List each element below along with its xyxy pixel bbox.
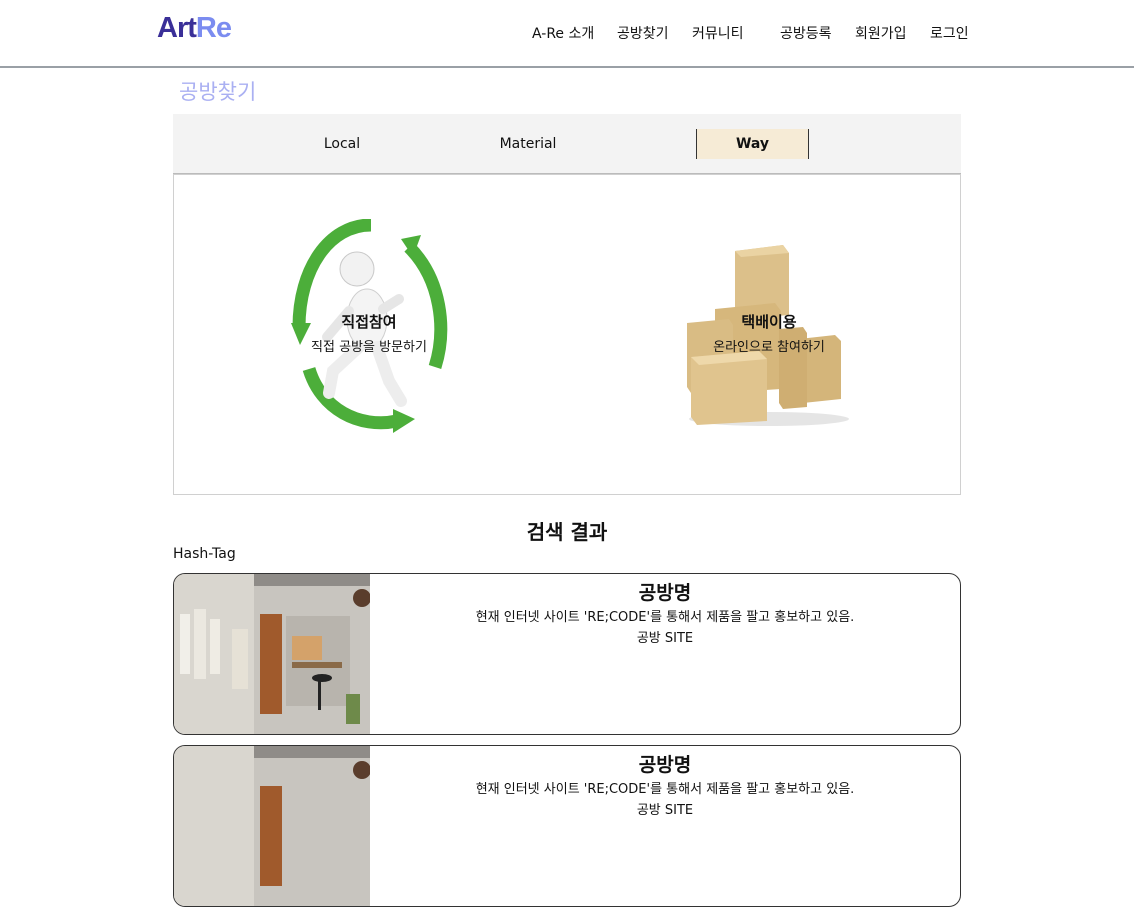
workshop-name: 공방명 [638,582,692,604]
filter-tab-bar: Local Material Way [173,114,961,174]
nav-register-workshop[interactable]: 공방등록 [780,23,832,43]
nav-find-workshop[interactable]: 공방찾기 [617,23,669,43]
logo[interactable]: ArtRe [157,12,232,45]
nav-community[interactable]: 커뮤니티 [692,23,744,43]
workshop-card[interactable]: 공방명 현재 인터넷 사이트 'RE;CODE'를 통해서 제품을 팔고 홍보하… [173,745,961,907]
option-parcel-delivery[interactable]: 택배이용 온라인으로 참여하기 [679,239,859,429]
results-title: 검색 결과 [526,520,608,544]
workshop-description: 현재 인터넷 사이트 'RE;CODE'를 통해서 제품을 팔고 홍보하고 있음… [475,782,855,797]
page-title: 공방찾기 [179,80,257,104]
workshop-name: 공방명 [638,754,692,776]
tab-material[interactable]: Material [483,129,573,159]
workshop-card[interactable]: 공방명 현재 인터넷 사이트 'RE;CODE'를 통해서 제품을 팔고 홍보하… [173,573,961,735]
nav-signup[interactable]: 회원가입 [855,23,907,43]
option-title: 택배이용 [741,313,797,331]
way-options-panel: 직접참여 직접 공방을 방문하기 택배이용 온라인으로 참여하기 [173,174,961,495]
parcel-boxes-icon [687,245,849,426]
workshop-thumbnail [174,746,370,906]
workshop-description: 현재 인터넷 사이트 'RE;CODE'를 통해서 제품을 팔고 홍보하고 있음… [475,610,855,625]
nav-login[interactable]: 로그인 [930,23,969,43]
tab-way[interactable]: Way [696,129,809,159]
nav-about[interactable]: A-Re 소개 [532,23,594,43]
option-direct-visit[interactable]: 직접참여 직접 공방을 방문하기 [289,219,449,434]
tab-local[interactable]: Local [302,129,382,159]
option-subtitle: 온라인으로 참여하기 [713,340,825,355]
hashtag-label[interactable]: Hash-Tag [173,546,236,562]
workshop-site-link[interactable]: 공방 SITE [370,799,960,818]
workshop-site-link[interactable]: 공방 SITE [370,627,960,646]
option-subtitle: 직접 공방을 방문하기 [311,340,427,355]
workshop-thumbnail [174,574,370,734]
site-header: ArtRe A-Re 소개 공방찾기 커뮤니티 공방등록 회원가입 로그인 [0,0,1134,68]
option-title: 직접참여 [341,313,397,331]
